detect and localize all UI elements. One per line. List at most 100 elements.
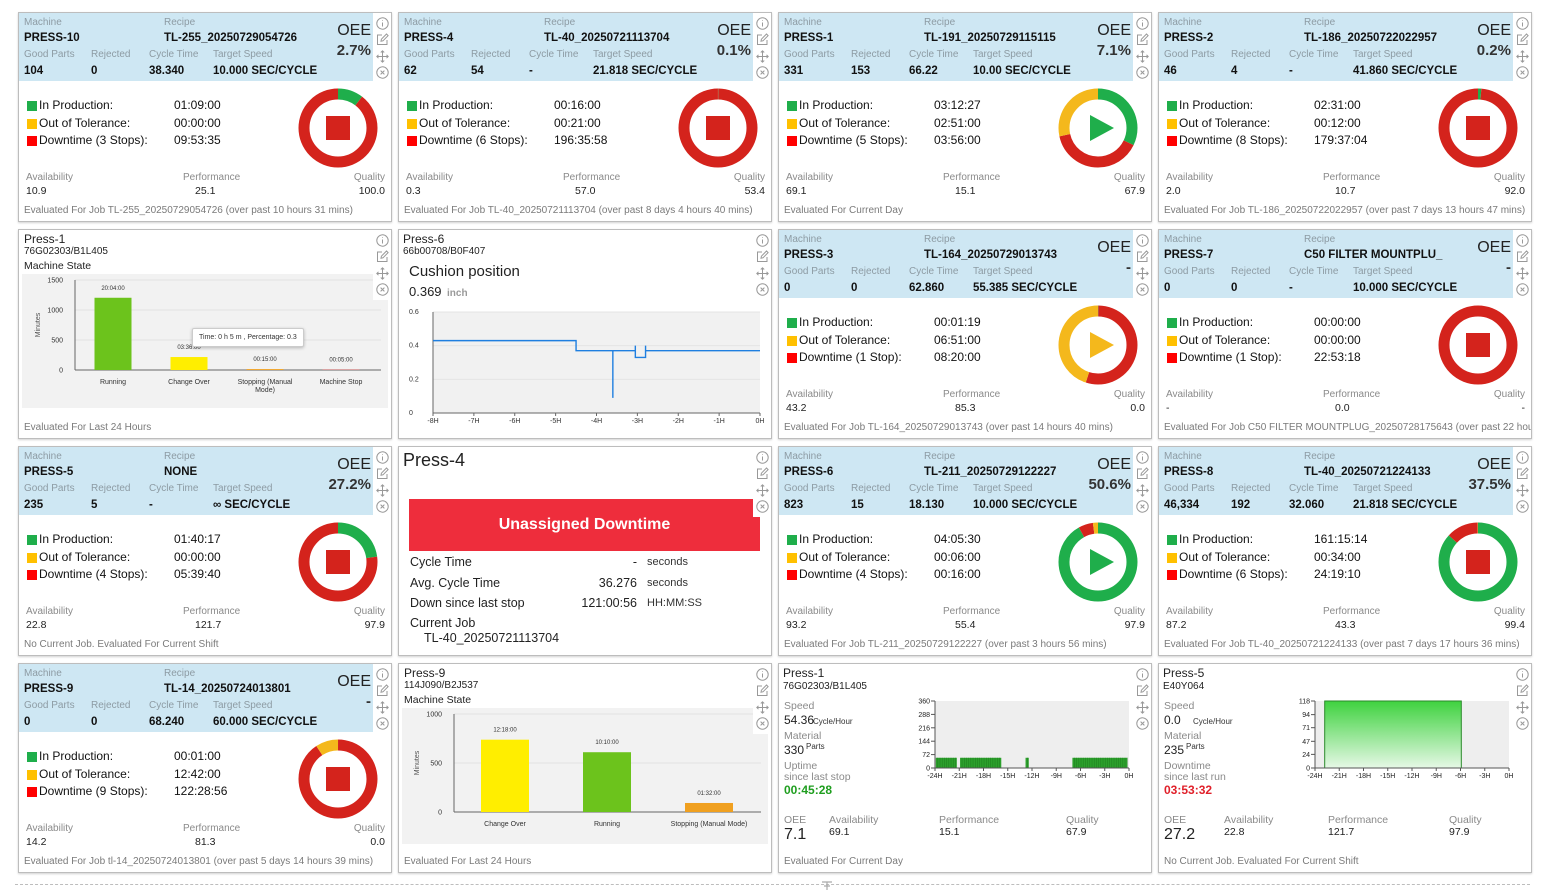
info-button[interactable] [756,234,769,247]
x-tick-label: -9H [1051,773,1062,780]
downtime-legend-swatch [1167,570,1177,580]
move-button[interactable] [756,50,769,63]
move-button[interactable] [756,701,769,714]
info-button[interactable] [756,451,769,464]
target-speed-value: 21.818 SEC/CYCLE [593,65,697,78]
bar-value-label: 10:10:00 [595,740,619,746]
move-button[interactable] [376,267,389,280]
close-button[interactable] [1516,66,1529,79]
info-button[interactable] [1136,668,1149,681]
quality-value: 100.0 [359,185,385,197]
info-button[interactable] [376,234,389,247]
edit-button[interactable] [756,33,769,46]
oee-value: - [1506,259,1511,276]
x-tick-label: -6H [1075,773,1086,780]
move-button[interactable] [1516,484,1529,497]
edit-button[interactable] [756,250,769,263]
edit-button[interactable] [376,33,389,46]
edit-button[interactable] [756,467,769,480]
info-button[interactable] [756,17,769,30]
close-button[interactable] [376,66,389,79]
edit-button[interactable] [756,684,769,697]
info-icon [376,17,389,30]
close-button[interactable] [376,500,389,513]
close-button[interactable] [376,283,389,296]
move-button[interactable] [376,50,389,63]
unassigned-downtime-banner[interactable]: Unassigned Downtime [409,499,760,551]
close-button[interactable] [1136,66,1149,79]
close-button[interactable] [756,500,769,513]
edit-button[interactable] [376,467,389,480]
move-button[interactable] [1136,701,1149,714]
move-button[interactable] [376,701,389,714]
edit-button[interactable] [1136,33,1149,46]
edit-button[interactable] [376,684,389,697]
info-button[interactable] [376,451,389,464]
info-button[interactable] [1516,668,1529,681]
info-button[interactable] [376,668,389,681]
info-button[interactable] [1516,17,1529,30]
close-icon [1516,66,1529,79]
x-tick-label: -21H [1332,773,1347,780]
in-production-label: In Production: [39,99,113,113]
oee-label: OEE [1477,456,1511,474]
close-button[interactable] [1136,283,1149,296]
edit-icon [756,250,769,263]
cycle-time-value: 62.860 [909,282,944,295]
speed-chart: 024477194118-24H-21H-18H-15H-12H-9H-6H-3… [1159,664,1531,872]
close-button[interactable] [1516,283,1529,296]
machine-name: PRESS-1 [784,32,833,45]
info-button[interactable] [1136,451,1149,464]
move-button[interactable] [1516,701,1529,714]
edit-button[interactable] [1516,250,1529,263]
oee-value: 0.1% [717,42,751,59]
close-button[interactable] [1136,717,1149,730]
cycle-time-label: Cycle Time [149,49,198,61]
move-button[interactable] [756,267,769,280]
info-button[interactable] [1516,451,1529,464]
rejected-label: Rejected [851,49,890,61]
move-icon [756,267,769,280]
move-button[interactable] [1516,267,1529,280]
info-button[interactable] [1136,234,1149,247]
cycle-time-label: Cycle Time [909,266,958,278]
cushion-widget: Press-666b00708/B0F407Cushion position0.… [398,229,772,439]
good-parts-value: 46 [1164,65,1177,78]
edit-button[interactable] [1516,467,1529,480]
downtime-time: 09:53:35 [174,134,221,148]
move-icon [756,50,769,63]
edit-button[interactable] [1136,684,1149,697]
performance-value: 15.1 [955,185,975,197]
close-button[interactable] [376,717,389,730]
downtime-label: Downtime (8 Stops): [1179,134,1288,148]
info-icon [756,451,769,464]
close-button[interactable] [756,717,769,730]
close-button[interactable] [1516,500,1529,513]
close-button[interactable] [1136,500,1149,513]
info-button[interactable] [756,668,769,681]
performance-value: 55.4 [955,619,975,631]
oee-value: - [366,693,371,710]
resize-handle-icon[interactable] [820,878,834,890]
close-button[interactable] [756,66,769,79]
in-production-legend-swatch [27,101,37,111]
evaluation-footer: Evaluated For Job TL-211_20250729122227 … [784,639,1151,651]
downtime-legend-swatch [27,570,37,580]
move-button[interactable] [1136,50,1149,63]
edit-button[interactable] [1136,250,1149,263]
close-button[interactable] [1516,717,1529,730]
downtime-label: Downtime (4 Stops): [39,568,148,582]
move-button[interactable] [1516,50,1529,63]
info-button[interactable] [1136,17,1149,30]
move-button[interactable] [1136,484,1149,497]
edit-button[interactable] [1516,684,1529,697]
move-button[interactable] [756,484,769,497]
edit-button[interactable] [1136,467,1149,480]
move-button[interactable] [1136,267,1149,280]
edit-button[interactable] [1516,33,1529,46]
info-button[interactable] [1516,234,1529,247]
edit-button[interactable] [376,250,389,263]
info-button[interactable] [376,17,389,30]
close-button[interactable] [756,283,769,296]
move-button[interactable] [376,484,389,497]
